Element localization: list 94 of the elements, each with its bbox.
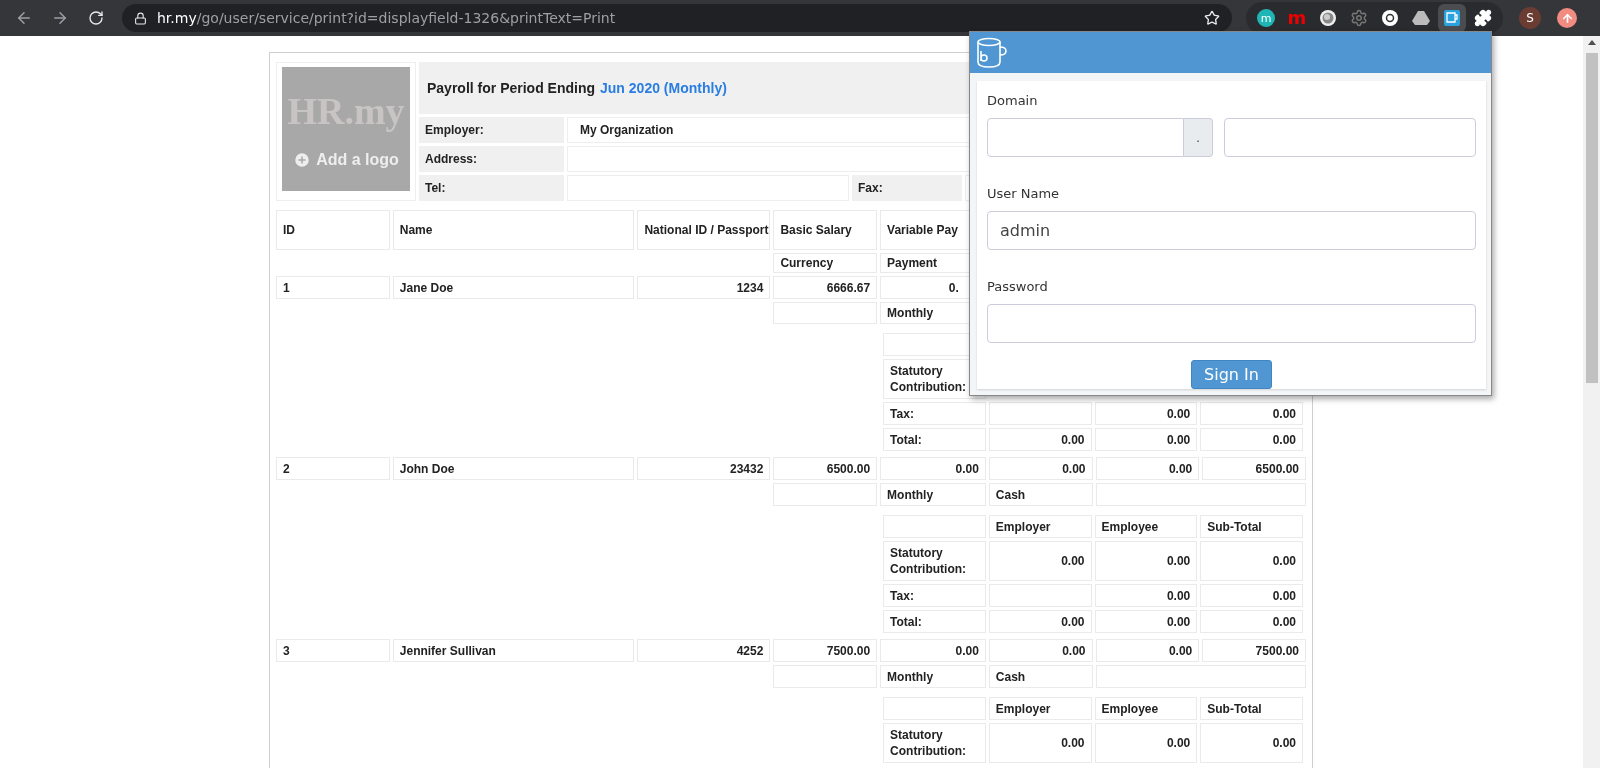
table-cell: 0.00 xyxy=(1200,584,1303,607)
table-cell: 0.00 xyxy=(988,610,1092,633)
table-cell: 1234 xyxy=(637,276,771,299)
table-cell: 0.00 xyxy=(988,541,1092,581)
table-cell: 0.00 xyxy=(1094,723,1198,763)
username-field[interactable]: admin xyxy=(987,211,1476,250)
row-label: Tax: xyxy=(883,584,986,607)
table-cell: 1 xyxy=(276,276,390,299)
field-label: Employer: xyxy=(419,117,564,143)
table-cell: 0.00 xyxy=(1200,402,1303,425)
table-cell: 6500.00 xyxy=(773,457,878,480)
column-header: Currency xyxy=(773,253,878,273)
extension-button[interactable]: m xyxy=(1283,4,1311,32)
extension-letter-icon: m xyxy=(1257,9,1275,27)
column-header: Employer xyxy=(988,697,1092,720)
table-cell: 0.00 xyxy=(1095,639,1200,662)
column-header: Employee xyxy=(1094,515,1198,538)
table-cell: 0.00 xyxy=(988,723,1092,763)
domain-field[interactable] xyxy=(987,118,1184,157)
add-logo-button[interactable]: Add a logo xyxy=(293,151,399,169)
table-cell: 0.00 xyxy=(1200,723,1303,763)
plus-icon xyxy=(293,151,312,169)
puzzle-icon xyxy=(1474,9,1492,27)
table-cell: 4252 xyxy=(637,639,771,662)
table-cell: John Doe xyxy=(392,457,635,480)
table-cell: 0.00 xyxy=(1200,610,1303,633)
table-cell: 2 xyxy=(276,457,390,480)
update-icon[interactable] xyxy=(1557,8,1577,28)
field-label: Domain xyxy=(987,93,1039,108)
table-cell: Cash xyxy=(988,665,1093,688)
table-cell: 0.00 xyxy=(880,639,986,662)
gear-icon xyxy=(1350,9,1368,27)
report-period: Jun 2020 (Monthly) xyxy=(600,80,727,96)
row-label: Total: xyxy=(883,610,986,633)
table-cell: 7500.00 xyxy=(773,639,878,662)
table-cell: Monthly xyxy=(880,483,986,506)
mug-icon xyxy=(975,36,1009,69)
table-cell: 3 xyxy=(276,639,390,662)
column-header: Employee xyxy=(1094,697,1198,720)
star-icon[interactable] xyxy=(1204,10,1220,26)
row-label: Total: xyxy=(883,428,986,451)
sign-in-button[interactable]: Sign In xyxy=(1191,360,1272,389)
table-cell: 0.00 xyxy=(1200,428,1303,451)
table-cell: 0.00 xyxy=(1094,541,1198,581)
table-cell: 0.00 xyxy=(1094,402,1198,425)
extension-letter-icon: m xyxy=(1287,9,1307,27)
field-label: Tel: xyxy=(419,175,564,201)
mug-icon xyxy=(1443,9,1461,27)
table-cell: 0.00 xyxy=(988,428,1092,451)
triangle-icon xyxy=(1412,10,1430,26)
table-cell: 0.00 xyxy=(988,639,1093,662)
table-cell: 7500.00 xyxy=(1202,639,1306,662)
table-cell: 0.00 xyxy=(1094,610,1198,633)
address-bar[interactable]: hr.my/go/user/service/print?id=displayfield-1326&printText=Print xyxy=(122,4,1232,32)
table-cell: Jennifer Sullivan xyxy=(392,639,635,662)
row-label: Statutory Contribution: xyxy=(883,541,986,581)
ring-icon xyxy=(1381,9,1399,27)
table-cell: 6666.67 xyxy=(773,276,878,299)
table-cell: 0.00 xyxy=(1094,584,1198,607)
column-header: Employer xyxy=(988,515,1092,538)
scrollbar-thumb[interactable] xyxy=(1585,53,1598,383)
table-cell: 6500.00 xyxy=(1202,457,1306,480)
row-label: Statutory Contribution: xyxy=(883,723,986,763)
lock-icon xyxy=(134,11,147,25)
column-header: Sub-Total xyxy=(1200,515,1303,538)
domain-suffix-field[interactable] xyxy=(1224,118,1476,157)
domain-separator: . xyxy=(1184,118,1213,157)
column-header: National ID / Passport xyxy=(637,210,771,250)
sphere-icon xyxy=(1319,9,1337,27)
table-cell: 0.00 xyxy=(1095,457,1200,480)
profile-avatar[interactable]: S xyxy=(1519,7,1541,29)
column-header: Name xyxy=(392,210,635,250)
table-cell: 0.00 xyxy=(880,457,986,480)
table-cell: Monthly xyxy=(880,665,986,688)
field-label: Address: xyxy=(419,146,564,172)
password-field[interactable] xyxy=(987,304,1476,343)
table-cell: 0.00 xyxy=(988,457,1093,480)
table-cell: Jane Doe xyxy=(392,276,635,299)
field-label: Fax: xyxy=(852,175,962,201)
extension-button[interactable] xyxy=(1438,4,1466,32)
row-label: Tax: xyxy=(883,402,986,425)
field-label: User Name xyxy=(987,186,1061,201)
scroll-up-icon[interactable] xyxy=(1587,40,1596,45)
table-cell: Cash xyxy=(988,483,1093,506)
column-header: Sub-Total xyxy=(1200,697,1303,720)
table-cell: 0.00 xyxy=(1094,428,1198,451)
field-label: Password xyxy=(987,279,1049,294)
table-cell: 23432 xyxy=(637,457,771,480)
scrollbar[interactable] xyxy=(1583,36,1600,768)
table-cell: 0.00 xyxy=(1200,541,1303,581)
extension-button[interactable]: m xyxy=(1252,4,1280,32)
report-title: Payroll for Period Ending xyxy=(427,80,596,96)
column-header: ID xyxy=(276,210,390,250)
column-header: Basic Salary xyxy=(773,210,878,250)
